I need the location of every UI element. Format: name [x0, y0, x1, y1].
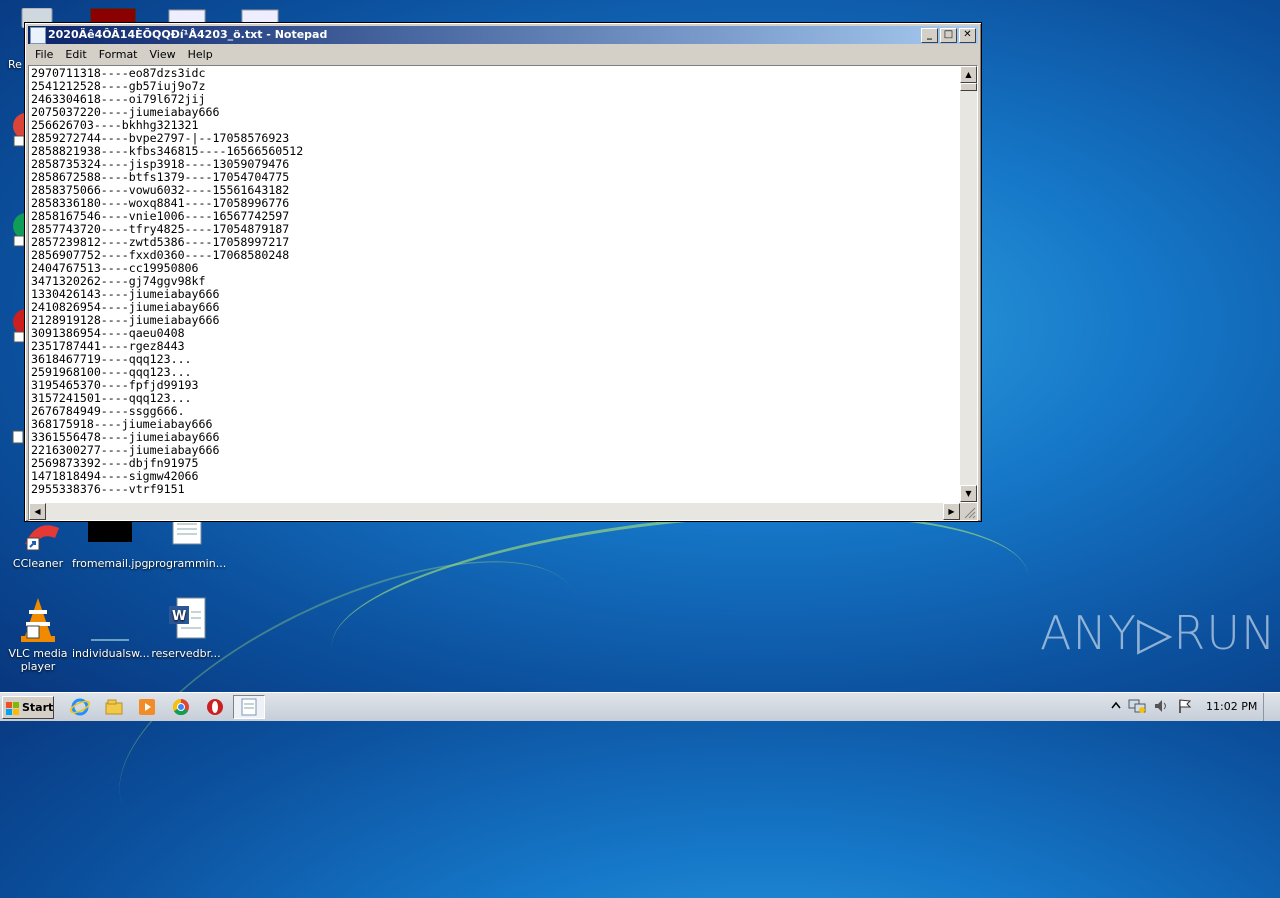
title-bar[interactable]: 2020Äê4ÔÂ14ÈÕQQÐí¹Å4203_ö.txt - Notepad …	[28, 26, 978, 44]
menu-edit[interactable]: Edit	[60, 45, 91, 64]
scroll-down-button[interactable]: ▼	[960, 485, 977, 502]
windows-flag-icon	[6, 701, 20, 715]
menu-format[interactable]: Format	[94, 45, 143, 64]
show-hidden-icons-chevron[interactable]	[1110, 699, 1122, 713]
scroll-right-button[interactable]: ▶	[943, 503, 960, 520]
minimize-button[interactable]: _	[921, 28, 938, 43]
desktop-icon-vlc[interactable]: VLC media player	[0, 596, 76, 673]
word-doc-icon: W	[163, 596, 209, 644]
desktop-icon-ccleaner[interactable]: CCleaner	[0, 514, 76, 570]
chrome-icon[interactable]	[171, 697, 191, 717]
menu-view[interactable]: View	[145, 45, 181, 64]
svg-text:W: W	[172, 609, 186, 624]
taskbar: Start 11:02 PM	[0, 692, 1280, 721]
blank-file-icon	[87, 596, 133, 644]
scroll-thumb[interactable]	[960, 83, 977, 91]
internet-explorer-icon[interactable]	[70, 697, 90, 717]
network-icon[interactable]	[1128, 698, 1146, 714]
taskbar-notepad-button[interactable]	[233, 695, 265, 719]
shortcut-icon-partial[interactable]	[12, 430, 24, 444]
menu-help[interactable]: Help	[183, 45, 218, 64]
text-editor[interactable]: 2970711318----eo87dzs3idc 2541212528----g…	[28, 65, 978, 521]
volume-icon[interactable]	[1153, 698, 1169, 714]
maximize-button[interactable]: □	[940, 28, 957, 43]
desktop-icon-label: reservedbr...	[151, 647, 221, 660]
menu-bar: File Edit Format View Help	[28, 45, 978, 64]
recycle-bin-label: Re	[8, 58, 22, 71]
desktop-icon-label: VLC media player	[8, 647, 68, 673]
file-explorer-icon[interactable]	[104, 697, 124, 717]
scroll-left-button[interactable]: ◀	[29, 503, 46, 520]
window-title: 2020Äê4ÔÂ14ÈÕQQÐí¹Å4203_ö.txt - Notepad	[48, 28, 328, 41]
opera-icon[interactable]	[205, 697, 225, 717]
desktop-icon-label: programmin...	[148, 557, 227, 570]
media-player-icon[interactable]	[137, 697, 157, 717]
action-center-flag-icon[interactable]	[1177, 698, 1193, 714]
vlc-cone-icon	[15, 596, 61, 644]
show-desktop-button[interactable]	[1263, 693, 1280, 721]
desktop-icon-programmin[interactable]: programmin...	[148, 514, 227, 570]
desktop-icon-reservedbr[interactable]: W reservedbr...	[148, 596, 224, 660]
desktop-icon-fromemail[interactable]: fromemail.jpg	[72, 514, 148, 570]
text-line: 2955338376----vtrf9151	[31, 482, 185, 496]
desktop-icon-individualsw[interactable]: individualsw...	[72, 596, 150, 660]
menu-file[interactable]: File	[30, 45, 58, 64]
notepad-icon	[30, 27, 46, 44]
close-button[interactable]: ✕	[959, 28, 976, 43]
scroll-up-button[interactable]: ▲	[960, 66, 977, 83]
desktop-icon-label: individualsw...	[72, 647, 150, 660]
notepad-window[interactable]: 2020Äê4ÔÂ14ÈÕQQÐí¹Å4203_ö.txt - Notepad …	[24, 22, 982, 522]
clock[interactable]: 11:02 PM	[1206, 693, 1257, 721]
resize-grip[interactable]	[960, 503, 977, 520]
start-button[interactable]: Start	[2, 696, 54, 719]
desktop-icon-label: fromemail.jpg	[72, 557, 149, 570]
window-controls: _ □ ✕	[919, 28, 976, 46]
anyrun-watermark: ANY▷RUN	[1040, 606, 1277, 660]
start-label: Start	[22, 701, 54, 714]
vertical-scrollbar[interactable]: ▲ ▼	[960, 66, 977, 502]
desktop-icon-label: CCleaner	[12, 557, 64, 570]
horizontal-scrollbar[interactable]: ◀ ▶	[29, 503, 960, 520]
text-content[interactable]: 2970711318----eo87dzs3idc 2541212528----g…	[30, 67, 960, 500]
